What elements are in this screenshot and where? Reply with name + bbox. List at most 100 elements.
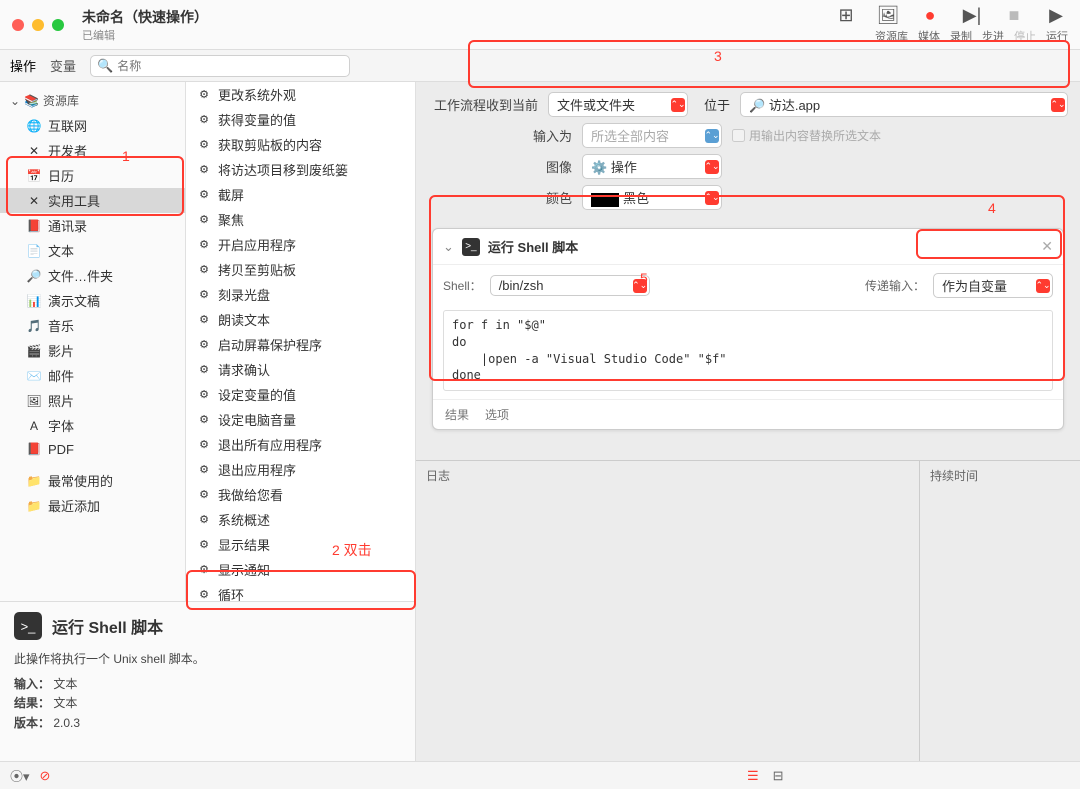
block-title: 运行 Shell 脚本 — [488, 237, 578, 256]
library-item[interactable]: ✕实用工具 — [0, 188, 185, 213]
tab-variables[interactable]: 变量 — [50, 56, 76, 75]
zoom-button[interactable] — [52, 19, 64, 31]
action-label: 我做给您看 — [218, 485, 283, 504]
category-label: 最常使用的 — [48, 471, 113, 490]
library-header[interactable]: ⌄ 📚 资源库 — [0, 88, 185, 113]
workflow-header: 工作流程收到当前 文件或文件夹⌃⌄ 位于 🔎 访达.app⌃⌄ 输入为 所选全部… — [416, 82, 1080, 228]
action-icon: ⚙ — [196, 487, 212, 503]
stop-status-icon[interactable]: ⊘ — [40, 768, 51, 784]
record-icon[interactable]: ● — [918, 5, 942, 26]
library-item[interactable]: 🎵音乐 — [0, 313, 185, 338]
library-item[interactable]: 📕通讯录 — [0, 213, 185, 238]
script-textarea[interactable]: for f in "$@" do |open -a "Visual Studio… — [443, 310, 1053, 391]
action-item[interactable]: ⚙获取剪贴板的内容 — [186, 132, 415, 157]
action-icon: ⚙ — [196, 237, 212, 253]
close-button[interactable] — [12, 19, 24, 31]
category-label: PDF — [48, 442, 74, 457]
color-label: 颜色 — [462, 188, 572, 207]
action-icon: ⚙ — [196, 337, 212, 353]
category-label: 互联网 — [48, 116, 87, 135]
flow-view-icon[interactable]: ⊟ — [773, 768, 784, 784]
pass-input-select[interactable]: 作为自变量⌃⌄ — [933, 273, 1053, 298]
library-item[interactable]: 🎬影片 — [0, 338, 185, 363]
action-item[interactable]: ⚙ 我做给您看 — [186, 482, 415, 507]
action-icon: ⚙ — [196, 137, 212, 153]
list-view-icon[interactable]: ☰ — [747, 768, 759, 784]
folder-icon: 📁 — [26, 473, 42, 489]
action-icon: ⚙ — [196, 412, 212, 428]
log-column: 日志 — [416, 461, 920, 761]
library-icon[interactable]: ⊞ — [834, 5, 858, 26]
input-select[interactable]: 所选全部内容⌃⌄ — [582, 123, 722, 148]
library-item[interactable]: 📊演示文稿 — [0, 288, 185, 313]
window-title: 未命名（快速操作） 已编辑 — [82, 7, 208, 43]
close-block-button[interactable]: ✕ — [1041, 238, 1053, 255]
stop-icon[interactable]: ■ — [1002, 5, 1026, 26]
category-label: 文件…件夹 — [48, 266, 113, 285]
image-select[interactable]: ⚙️ 操作⌃⌄ — [582, 154, 722, 179]
terminal-icon: >_ — [462, 238, 480, 256]
action-item[interactable]: ⚙显示结果 — [186, 532, 415, 557]
library-item[interactable]: 📄文本 — [0, 238, 185, 263]
library-item[interactable]: 📅日历 — [0, 163, 185, 188]
library-item[interactable]: ✉️邮件 — [0, 363, 185, 388]
action-item[interactable]: ⚙截屏 — [186, 182, 415, 207]
shell-select[interactable]: /bin/zsh⌃⌄ — [490, 275, 650, 296]
color-select[interactable]: 黑色⌃⌄ — [582, 185, 722, 210]
library-item[interactable]: 🖼照片 — [0, 388, 185, 413]
action-item[interactable]: ⚙拷贝至剪贴板 — [186, 257, 415, 282]
in-select[interactable]: 🔎 访达.app⌃⌄ — [740, 92, 1068, 117]
results-tab[interactable]: 结果 — [445, 406, 469, 423]
media-label: 媒体 — [918, 28, 940, 44]
action-icon: ⚙ — [196, 87, 212, 103]
run-label: 运行 — [1046, 28, 1068, 44]
category-label: 日历 — [48, 166, 74, 185]
action-item[interactable]: ⚙设定变量的值 — [186, 382, 415, 407]
media-icon[interactable]: 🖼 — [876, 5, 900, 26]
action-label: 退出应用程序 — [218, 460, 296, 479]
log-panel: 日志 持续时间 — [416, 460, 1080, 761]
category-label: 通讯录 — [48, 216, 87, 235]
run-icon[interactable]: ▶ — [1044, 5, 1068, 26]
shell-label: Shell： — [443, 277, 482, 294]
action-item[interactable]: ⚙退出所有应用程序 — [186, 432, 415, 457]
receives-select[interactable]: 文件或文件夹⌃⌄ — [548, 92, 688, 117]
search-input[interactable] — [117, 59, 343, 73]
action-label: 系统概述 — [218, 510, 270, 529]
title-main: 未命名（快速操作） — [82, 7, 208, 27]
action-item[interactable]: ⚙请求确认 — [186, 357, 415, 382]
block-header[interactable]: ⌄ >_ 运行 Shell 脚本 ✕ — [433, 229, 1063, 265]
library-item[interactable]: 📁 最常使用的 — [0, 468, 185, 493]
library-item[interactable]: 📕PDF — [0, 438, 185, 460]
action-item[interactable]: ⚙聚焦 — [186, 207, 415, 232]
action-label: 截屏 — [218, 185, 244, 204]
action-item[interactable]: ⚙设定电脑音量 — [186, 407, 415, 432]
step-icon[interactable]: ▶| — [960, 5, 984, 26]
library-item[interactable]: 📁最近添加 — [0, 493, 185, 518]
action-item[interactable]: ⚙开启应用程序 — [186, 232, 415, 257]
library-item[interactable]: 🔎文件…件夹 — [0, 263, 185, 288]
replace-checkbox[interactable]: 用输出内容替换所选文本 — [732, 127, 881, 144]
options-tab[interactable]: 选项 — [485, 406, 509, 423]
description-panel: >_ 运行 Shell 脚本 此操作将执行一个 Unix shell 脚本。 输… — [0, 601, 416, 761]
back-icon[interactable]: ⦿▾ — [10, 766, 30, 785]
action-item[interactable]: ⚙获得变量的值 — [186, 107, 415, 132]
action-item[interactable]: ⚙退出应用程序 — [186, 457, 415, 482]
action-item[interactable]: ⚙更改系统外观 — [186, 82, 415, 107]
action-item[interactable]: ⚙启动屏幕保护程序 — [186, 332, 415, 357]
block-footer: 结果 选项 — [433, 399, 1063, 429]
category-label: 音乐 — [48, 316, 74, 335]
search-field[interactable]: 🔍 — [90, 55, 350, 77]
action-item[interactable]: ⚙刻录光盘 — [186, 282, 415, 307]
action-item[interactable]: ⚙朗读文本 — [186, 307, 415, 332]
library-item[interactable]: ✕开发者 — [0, 138, 185, 163]
library-item[interactable]: A字体 — [0, 413, 185, 438]
library-item[interactable]: 🌐互联网 — [0, 113, 185, 138]
action-label: 显示结果 — [218, 535, 270, 554]
action-item[interactable]: ⚙系统概述 — [186, 507, 415, 532]
tab-actions[interactable]: 操作 — [10, 56, 36, 75]
action-item[interactable]: ⚙显示通知 — [186, 557, 415, 582]
minimize-button[interactable] — [32, 19, 44, 31]
category-icon: 🖼 — [26, 393, 42, 409]
action-item[interactable]: ⚙将访达项目移到废纸篓 — [186, 157, 415, 182]
